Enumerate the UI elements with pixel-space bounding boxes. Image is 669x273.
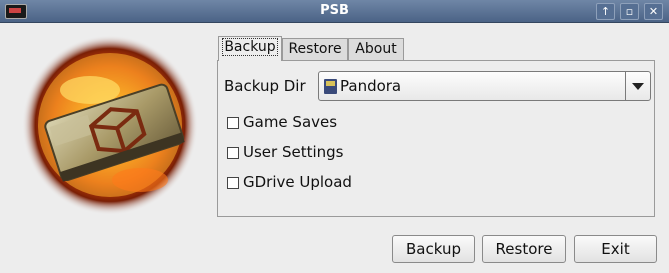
exit-button[interactable]: Exit	[574, 235, 657, 263]
restore-icon[interactable]: ▫	[620, 3, 639, 20]
chevron-down-icon[interactable]	[625, 72, 650, 100]
backup-button[interactable]: Backup	[392, 235, 475, 263]
restore-button[interactable]: Restore	[482, 235, 566, 263]
app-logo-image	[22, 35, 198, 215]
gdrive-upload-checkbox[interactable]	[227, 177, 239, 189]
up-arrow-icon[interactable]: ↑	[596, 3, 615, 20]
close-icon[interactable]: ✕	[644, 3, 663, 20]
user-settings-checkbox[interactable]	[227, 147, 239, 159]
game-saves-label[interactable]: Game Saves	[243, 113, 337, 131]
backup-dir-value: Pandora	[340, 77, 402, 95]
window-title: PSB	[320, 3, 349, 18]
tab-about[interactable]: About	[348, 38, 404, 60]
backup-dir-label: Backup Dir	[224, 77, 306, 95]
gdrive-upload-label[interactable]: GDrive Upload	[243, 173, 352, 191]
sd-card-icon	[324, 79, 337, 94]
backup-dir-select[interactable]: Pandora	[318, 71, 651, 101]
tab-backup[interactable]: Backup	[218, 36, 282, 61]
game-saves-checkbox[interactable]	[227, 117, 239, 129]
user-settings-label[interactable]: User Settings	[243, 143, 343, 161]
tab-restore[interactable]: Restore	[282, 38, 348, 60]
title-bar[interactable]: PSB ↑ ▫ ✕	[0, 0, 669, 23]
